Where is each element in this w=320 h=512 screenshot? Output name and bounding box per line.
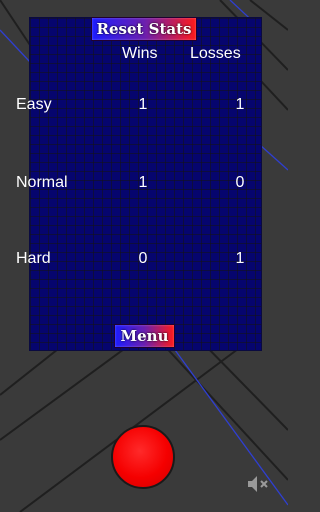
difficulty-label-hard: Hard [16,250,51,267]
easy-losses-value: 1 [235,96,245,113]
mute-speaker-icon[interactable] [246,474,272,494]
normal-wins-value: 1 [138,174,148,191]
hard-wins-value: 0 [138,250,148,267]
menu-button[interactable]: Menu [114,324,175,348]
big-red-button[interactable] [111,425,175,489]
difficulty-label-normal: Normal [16,174,68,191]
normal-losses-value: 0 [235,174,245,191]
difficulty-label-easy: Easy [16,96,52,113]
hard-losses-value: 1 [235,250,245,267]
easy-wins-value: 1 [138,96,148,113]
wins-header: Wins [122,45,158,62]
losses-header: Losses [190,45,241,62]
reset-stats-button[interactable]: Reset Stats [91,17,197,41]
